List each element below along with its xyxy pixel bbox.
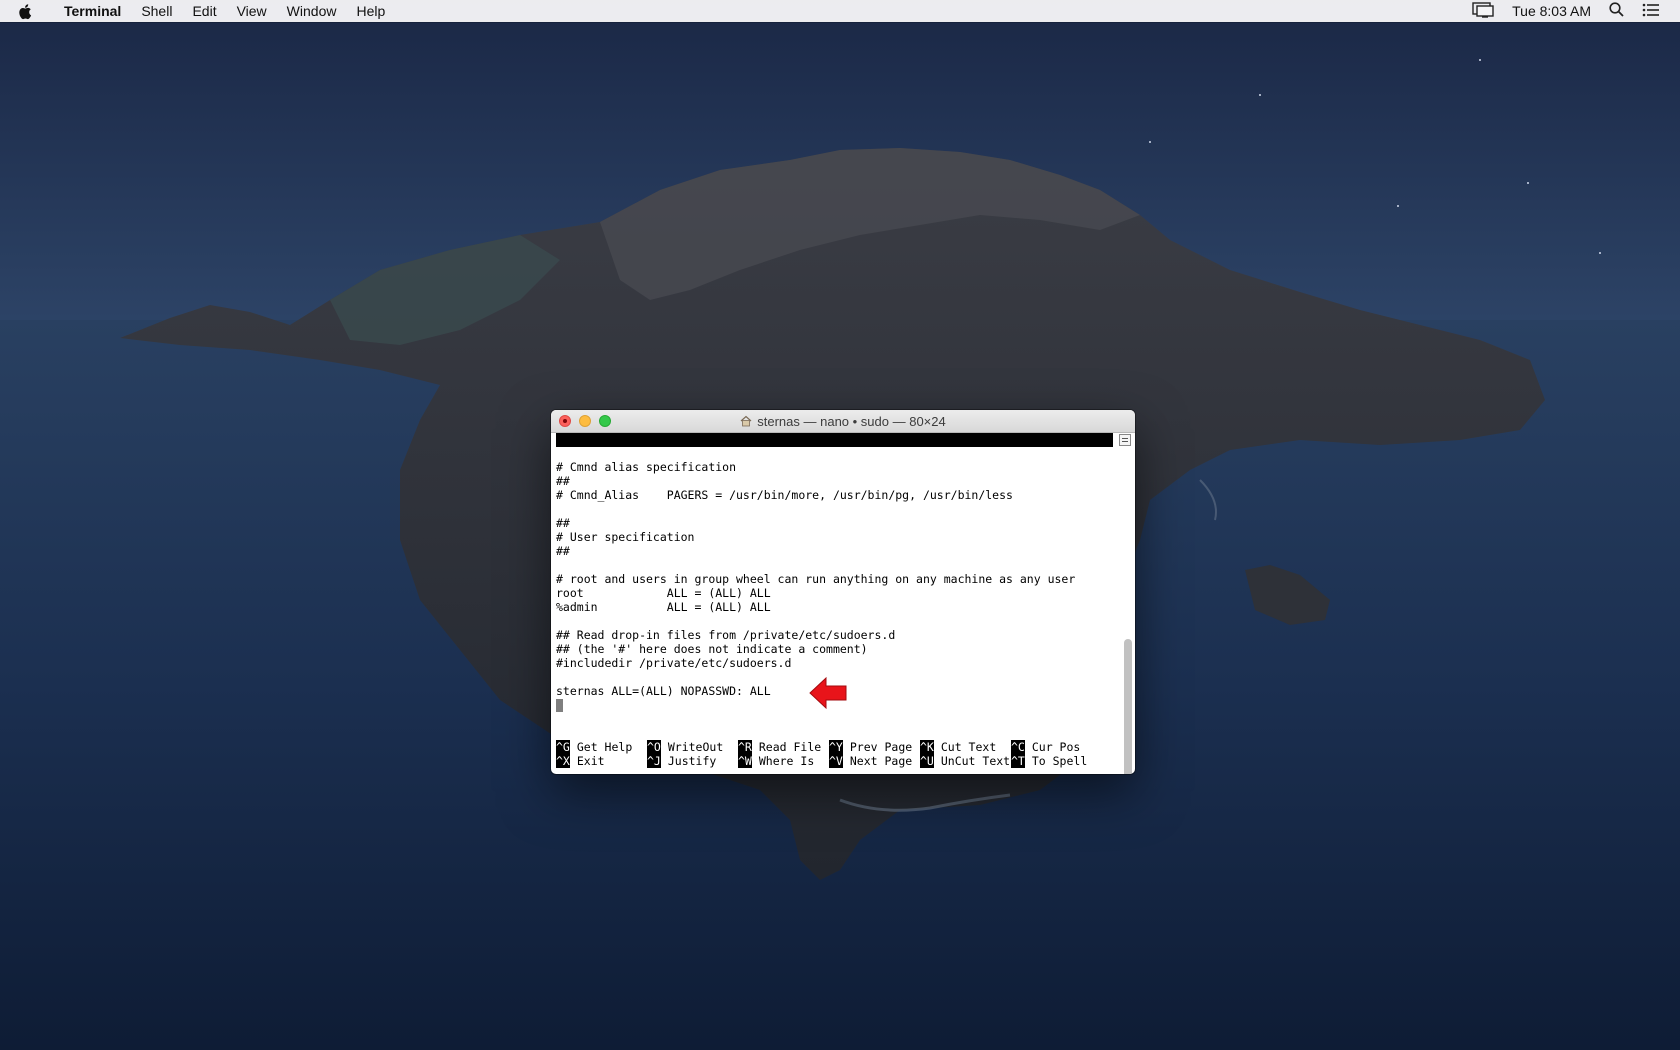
shortcut-justify: ^J Justify: [647, 754, 738, 768]
menu-window[interactable]: Window: [277, 0, 347, 22]
shortcut-read-file: ^R Read File: [738, 740, 829, 754]
text-line: # User specification: [556, 530, 695, 544]
shortcut-label: Read File: [758, 740, 822, 754]
shortcut-where-is: ^W Where Is: [738, 754, 829, 768]
text-line: #includedir /private/etc/sudoers.d: [556, 656, 792, 670]
text-line: # Cmnd_Alias PAGERS = /usr/bin/more, /us…: [556, 488, 1013, 502]
text-line: # Cmnd alias specification: [556, 460, 737, 474]
shortcut-uncut-text: ^U UnCut Text: [920, 754, 1011, 768]
shortcut-writeout: ^O WriteOut: [647, 740, 738, 754]
split-pane-icon[interactable]: [1119, 434, 1131, 446]
menu-view[interactable]: View: [227, 0, 277, 22]
shortcut-exit: ^X Exit: [556, 754, 647, 768]
red-arrow-annotation-icon: [809, 676, 847, 710]
scrollbar[interactable]: [1123, 453, 1132, 774]
text-line: ##: [556, 544, 570, 558]
menu-edit[interactable]: Edit: [182, 0, 226, 22]
shortcut-key: ^O: [647, 740, 661, 754]
shortcut-get-help: ^G Get Help: [556, 740, 647, 754]
shortcut-label: Where Is: [758, 754, 815, 768]
shortcut-key: ^Y: [829, 740, 843, 754]
shortcut-to-spell: ^T To Spell: [1011, 754, 1102, 768]
shortcut-label: Cut Text: [940, 740, 997, 754]
display-mirroring-icon[interactable]: [1472, 1, 1494, 21]
shortcut-label: Get Help: [576, 740, 633, 754]
menu-app-terminal[interactable]: Terminal: [54, 0, 131, 22]
text-line: # root and users in group wheel can run …: [556, 572, 1076, 586]
shortcut-label: Exit: [576, 754, 605, 768]
menu-help[interactable]: Help: [346, 0, 395, 22]
shortcut-key: ^V: [829, 754, 843, 768]
shortcut-key: ^K: [920, 740, 934, 754]
text-line: ## Read drop-in files from /private/etc/…: [556, 628, 896, 642]
menubar-clock[interactable]: Tue 8:03 AM: [1512, 3, 1591, 19]
window-title: sternas — nano • sudo — 80×24: [757, 413, 946, 429]
shortcut-key: ^R: [738, 740, 752, 754]
shortcut-key: ^U: [920, 754, 934, 768]
text-line: [556, 614, 1116, 628]
text-line: ## (the '#' here does not indicate a com…: [556, 642, 868, 656]
shortcut-key: ^C: [1011, 740, 1025, 754]
text-line: root ALL = (ALL) ALL: [556, 586, 771, 600]
home-folder-icon: [740, 415, 752, 427]
shortcut-key: ^T: [1011, 754, 1025, 768]
shortcut-next-page: ^V Next Page: [829, 754, 920, 768]
shortcut-label: To Spell: [1031, 754, 1088, 768]
text-line: [556, 502, 1116, 516]
terminal-title-bar[interactable]: sternas — nano • sudo — 80×24: [551, 410, 1135, 433]
spotlight-search-icon[interactable]: [1609, 2, 1624, 20]
shortcut-label: Cur Pos: [1031, 740, 1081, 754]
text-cursor: [556, 699, 563, 712]
menu-shell[interactable]: Shell: [131, 0, 182, 22]
shortcut-label: UnCut Text: [940, 754, 1011, 768]
text-line: [556, 558, 1116, 572]
shortcut-cur-pos: ^C Cur Pos: [1011, 740, 1102, 754]
zoom-window-button[interactable]: [599, 415, 611, 427]
file-text[interactable]: # Cmnd alias specification ## # Cmnd_Ali…: [556, 460, 1116, 712]
shortcut-label: Next Page: [849, 754, 913, 768]
nano-shortcut-bar: ^G Get Help ^O WriteOut ^R Read File ^Y Prev…: [556, 740, 1116, 768]
close-window-button[interactable]: [559, 415, 571, 427]
shortcut-key: ^X: [556, 754, 570, 768]
nano-version: GNU nano 2.0.6: [570, 447, 667, 461]
shortcut-row-1: ^G Get Help ^O WriteOut ^R Read File ^Y Prev…: [556, 740, 1116, 754]
shortcut-label: Justify: [667, 754, 717, 768]
scrollbar-thumb[interactable]: [1124, 639, 1132, 774]
text-line: %admin ALL = (ALL) ALL: [556, 600, 771, 614]
terminal-content[interactable]: GNU nano 2.0.6 File: /etc/sudoers # Cmnd…: [551, 433, 1135, 774]
minimize-window-button[interactable]: [579, 415, 591, 427]
notification-center-icon[interactable]: [1642, 3, 1660, 20]
apple-logo-icon[interactable]: [18, 0, 38, 22]
shortcut-key: ^W: [738, 754, 752, 768]
shortcut-label: Prev Page: [849, 740, 913, 754]
shortcut-prev-page: ^Y Prev Page: [829, 740, 920, 754]
shortcut-cut-text: ^K Cut Text: [920, 740, 1011, 754]
menu-bar: Terminal Shell Edit View Window Help Tue…: [0, 0, 1680, 22]
terminal-window[interactable]: sternas — nano • sudo — 80×24 GNU nano 2…: [551, 410, 1135, 774]
shortcut-key: ^J: [647, 754, 661, 768]
shortcut-row-2: ^X Exit ^J Justify ^W Where Is ^V Next Page …: [556, 754, 1116, 768]
text-line: ##: [556, 474, 570, 488]
text-line: ##: [556, 516, 570, 530]
shortcut-key: ^G: [556, 740, 570, 754]
shortcut-label: WriteOut: [667, 740, 724, 754]
nano-header-bar: GNU nano 2.0.6 File: /etc/sudoers: [556, 433, 1113, 475]
